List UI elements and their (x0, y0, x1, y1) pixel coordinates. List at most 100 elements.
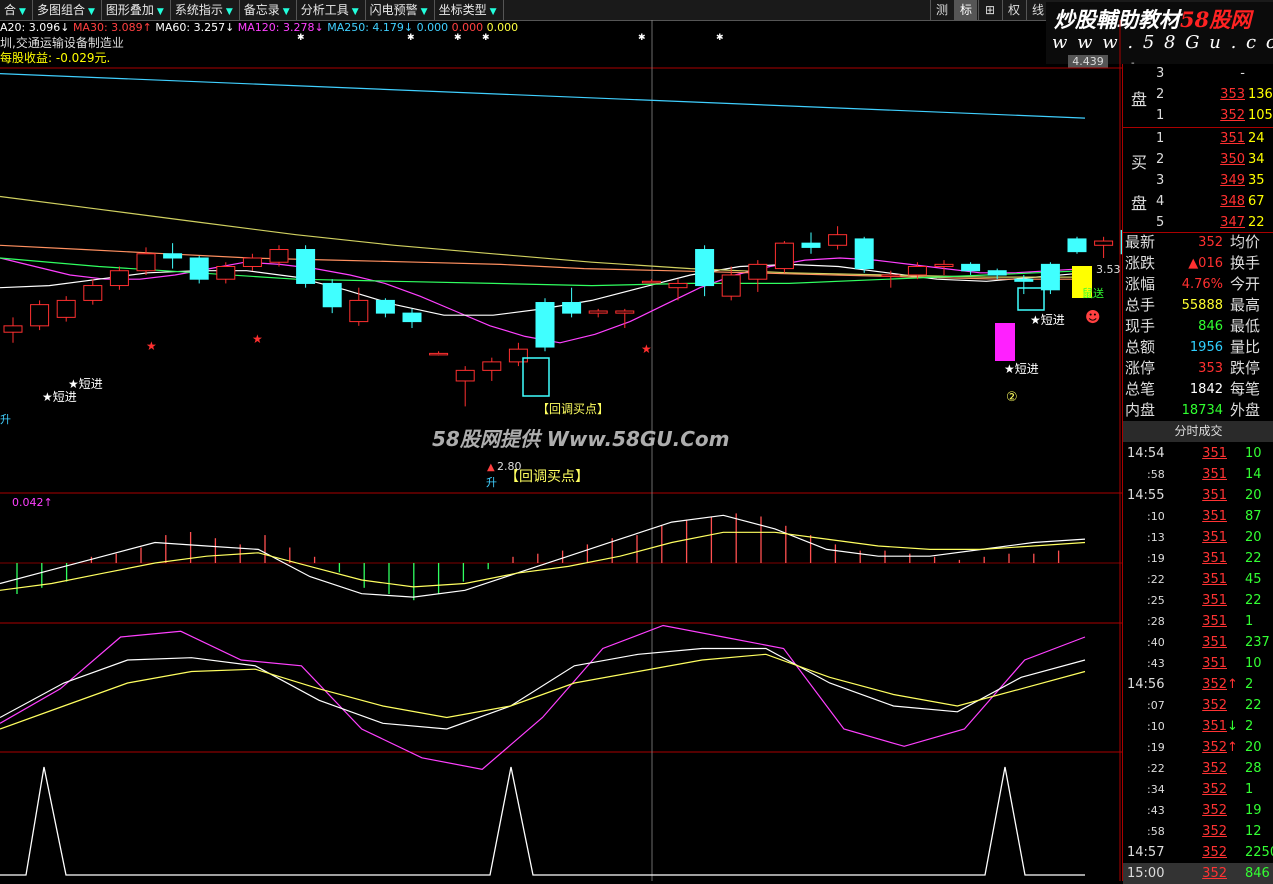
tick-price: 351 (1202, 488, 1227, 503)
stat-label: 涨跌 (1125, 254, 1156, 272)
quote-panel: -盘买盘3-2353136713521051351242350343349354… (1122, 58, 1273, 884)
tick-time: :07 (1147, 699, 1165, 712)
toolbar-label: 系统指示 (174, 3, 223, 17)
tick-time: :58 (1147, 825, 1165, 838)
toolbar-item-2[interactable]: 图形叠加 ▼ (102, 0, 171, 20)
candle-up (216, 265, 236, 280)
tick-price: 351 (1202, 614, 1227, 629)
candle-down (296, 249, 316, 284)
stat-label-right: 今开 (1230, 275, 1261, 293)
down-arrow-icon: ↓ (1227, 719, 1238, 734)
toolbar-right-button-0[interactable]: 测 (930, 0, 953, 20)
tick-volume: 22 (1245, 698, 1262, 713)
toolbar-label: 合 (4, 3, 17, 17)
stat-label: 涨停 (1125, 359, 1156, 377)
tick-volume: 20 (1245, 530, 1262, 545)
toolbar-right-button-2[interactable]: ⊞ (978, 0, 1001, 20)
toolbar-right-button-4[interactable]: 线 (1026, 0, 1049, 20)
rise-tag: 升 (486, 476, 497, 489)
tick-row: :43 351 10 (1123, 653, 1273, 674)
tick-volume: 28 (1245, 761, 1262, 776)
tick-time: :19 (1147, 741, 1165, 754)
candle-up (349, 299, 369, 323)
bid-level: 2 (1156, 152, 1165, 167)
tick-volume: 2 (1245, 677, 1254, 692)
bid-row: 2 350 34 (1123, 152, 1273, 173)
toolbar-item-3[interactable]: 系统指示 ▼ (171, 0, 240, 20)
red-star-icon: ★ (146, 339, 157, 353)
dropdown-arrow-icon: ▼ (282, 7, 290, 17)
bid-price: 349 (1220, 173, 1245, 188)
bid-volume: 35 (1248, 173, 1265, 188)
bid-level: 3 (1156, 173, 1165, 188)
kline-chart[interactable]: ★短进★短进★短进★短进【回调买点】【回调买点】▲ 2.803.53鼠送☻②升升★… (0, 20, 1122, 881)
dropdown-arrow-icon: ▼ (156, 7, 164, 17)
stat-value: 1956 (1189, 340, 1223, 355)
tick-row: :19 351 22 (1123, 548, 1273, 569)
tick-row: 14:56 352 ↑ 2 (1123, 674, 1273, 695)
tick-volume: 1 (1245, 614, 1254, 629)
dropdown-arrow-icon: ▼ (420, 7, 428, 17)
tick-volume: 22 (1245, 551, 1262, 566)
tick-price: 352 (1202, 803, 1227, 818)
toolbar-item-6[interactable]: 闪电预警 ▼ (366, 0, 435, 20)
toolbar-label: 坐标类型 (438, 3, 487, 17)
stat-value: ▲016 (1188, 256, 1223, 271)
bid-volume: 34 (1248, 152, 1265, 167)
tick-row: 14:54 351 10 (1123, 443, 1273, 464)
candle-down (163, 253, 183, 259)
up-arrow-icon: ↑ (1227, 677, 1238, 692)
candle-down (562, 302, 582, 314)
tick-time: :28 (1147, 615, 1165, 628)
candle-up (1094, 240, 1114, 246)
tick-time: :34 (1147, 783, 1165, 796)
toolbar-item-4[interactable]: 备忘录 ▼ (240, 0, 297, 20)
toolbar-right-button-3[interactable]: 权 (1002, 0, 1025, 20)
candle-up (482, 361, 502, 371)
tick-price: 351 (1202, 509, 1227, 524)
tick-time: 14:56 (1127, 677, 1165, 692)
ask-price: 353 (1220, 87, 1245, 102)
dropdown-arrow-icon: ▼ (225, 7, 233, 17)
red-star-icon: ★ (641, 342, 652, 356)
bid-volume: 67 (1248, 194, 1265, 209)
stat-label-right: 最高 (1230, 296, 1261, 314)
tick-volume: 10 (1245, 446, 1262, 461)
toolbar-item-1[interactable]: 多图组合 ▼ (33, 0, 102, 20)
candle-up (429, 352, 449, 356)
low-price-label: 2.80 (497, 460, 522, 473)
tick-price: 351 (1202, 572, 1227, 587)
stat-value: 18734 (1181, 403, 1223, 418)
tick-row: :34 352 1 (1123, 779, 1273, 800)
stat-row: 最新 352 均价 (1123, 232, 1273, 253)
tick-volume: 20 (1245, 740, 1262, 755)
bid-row: 1 351 24 (1123, 131, 1273, 152)
tick-row: 14:55 351 20 (1123, 485, 1273, 506)
tick-time: :43 (1147, 804, 1165, 817)
toolbar-item-7[interactable]: 坐标类型 ▼ (435, 0, 504, 20)
ticks-header[interactable]: 分时成交 (1123, 421, 1273, 442)
toolbar-item-0[interactable]: 合 ▼ (0, 0, 33, 20)
tick-row: :58 352 12 (1123, 821, 1273, 842)
toolbar-label: 分析工具 (300, 3, 349, 17)
toolbar-item-5[interactable]: 分析工具 ▼ (297, 0, 366, 20)
dropdown-arrow-icon: ▼ (19, 7, 26, 17)
low-marker-icon: ▲ (487, 462, 495, 473)
stat-row: 内盘 18734 外盘 (1123, 400, 1273, 421)
stat-label-right: 最低 (1230, 317, 1261, 335)
toolbar-right-button-1[interactable]: 标 (954, 0, 977, 20)
tick-volume: 45 (1245, 572, 1262, 587)
candle-up (455, 369, 475, 382)
stat-row: 涨跌 ▲016 换手 (1123, 253, 1273, 274)
tick-price: 352 (1202, 677, 1227, 692)
ask-row: 2 3531367 (1123, 87, 1273, 108)
stat-row: 总额 1956 量比 (1123, 337, 1273, 358)
stat-label-right: 均价 (1230, 233, 1261, 251)
stat-value: 4.76% (1181, 277, 1223, 292)
tick-volume: 87 (1245, 509, 1262, 524)
kdj-j-line (0, 624, 1086, 770)
toolbar-label: 闪电预警 (369, 3, 418, 17)
signal-box-1 (522, 357, 550, 397)
ask-row: 1 352 105 (1123, 108, 1273, 129)
event-star-icon: ✱ (482, 33, 490, 43)
